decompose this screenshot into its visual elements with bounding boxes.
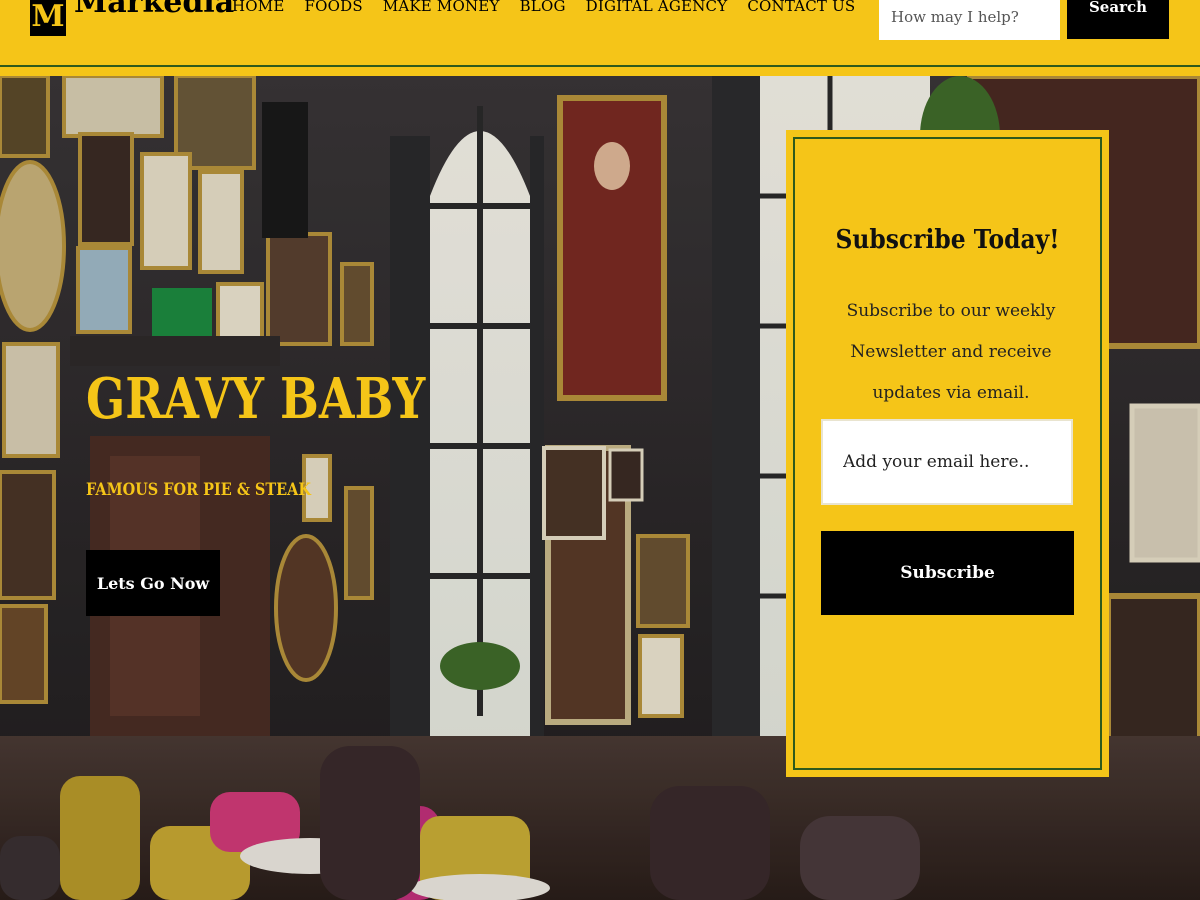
site-header: M Markedia HOME FOODS MAKE MONEY BLOG DI… — [0, 0, 1200, 76]
hero-title: GRAVY BABY — [86, 366, 426, 432]
search-input[interactable] — [879, 0, 1060, 40]
nav-item-digital-agency[interactable]: DIGITAL AGENCY — [586, 0, 728, 18]
search-button[interactable]: Search — [1067, 0, 1169, 39]
nav-item-blog[interactable]: BLOG — [520, 0, 566, 18]
subscribe-title: Subscribe Today! — [835, 225, 1060, 255]
subscribe-email-field[interactable] — [821, 419, 1073, 505]
nav-item-contact-us[interactable]: CONTACT US — [747, 0, 855, 18]
hero-subtitle: FAMOUS FOR PIE & STEAK — [86, 480, 311, 500]
header-divider — [0, 65, 1200, 67]
subscribe-description: Subscribe to our weekly Newsletter and r… — [846, 301, 1056, 403]
brand-name: Markedia — [74, 0, 235, 20]
site-logo[interactable]: M Markedia — [30, 0, 234, 36]
subscribe-panel-border: Subscribe Today! Subscribe to our weekly… — [793, 137, 1102, 770]
nav-item-make-money[interactable]: MAKE MONEY — [383, 0, 500, 18]
logo-m-icon: M — [30, 0, 66, 36]
nav-item-home[interactable]: HOME — [232, 0, 285, 18]
subscribe-button[interactable]: Subscribe — [821, 531, 1074, 615]
nav-item-foods[interactable]: FOODS — [305, 0, 363, 18]
lets-go-now-button[interactable]: Lets Go Now — [86, 550, 220, 616]
subscribe-panel: Subscribe Today! Subscribe to our weekly… — [786, 130, 1109, 777]
main-nav: HOME FOODS MAKE MONEY BLOG DIGITAL AGENC… — [232, 0, 855, 18]
